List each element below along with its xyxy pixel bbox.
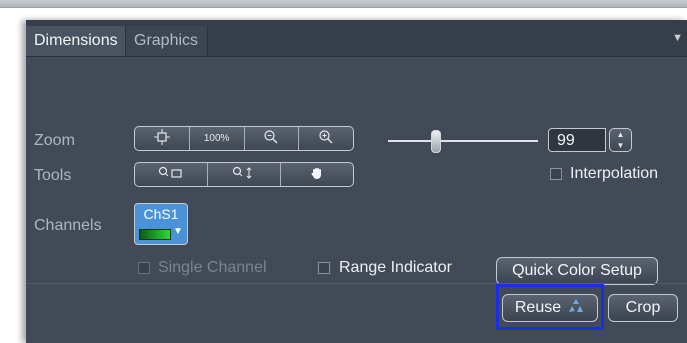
channel-chs1-button[interactable]: ChS1 ▼ (134, 203, 188, 245)
range-indicator-label[interactable]: Range Indicator (339, 259, 452, 277)
zoom-out-button[interactable] (245, 127, 300, 150)
crop-button[interactable]: Crop (608, 294, 678, 322)
tab-menu-icon[interactable]: ▼ (672, 32, 683, 44)
fit-to-window-icon (153, 129, 170, 148)
channels-label: Channels (34, 217, 102, 234)
range-indicator-checkbox[interactable] (318, 262, 330, 274)
tab-dimensions[interactable]: Dimensions (26, 26, 126, 56)
zoom-slider-thumb[interactable] (431, 130, 441, 153)
zoom-value-field[interactable]: 99 (548, 128, 606, 152)
interpolation-checkbox[interactable] (550, 168, 562, 180)
zoom-label: Zoom (34, 132, 75, 149)
zoom-slider-track[interactable] (388, 140, 538, 142)
channel-dropdown-icon[interactable]: ▼ (173, 226, 183, 237)
stepper-down-icon[interactable]: ▼ (610, 140, 631, 151)
zoom-rectangle-icon (158, 166, 184, 183)
single-channel-label[interactable]: Single Channel (158, 259, 267, 277)
crop-label: Crop (625, 299, 661, 316)
zoom-100-button[interactable]: 100% (190, 127, 245, 150)
quick-color-setup-button[interactable]: Quick Color Setup (496, 257, 658, 285)
zoom-stepper[interactable]: ▲ ▼ (609, 128, 632, 152)
top-window-strip (0, 0, 687, 8)
single-channel-checkbox[interactable] (138, 262, 150, 274)
tools-label: Tools (34, 167, 72, 184)
tools-button-group (134, 162, 354, 187)
zoom-100-label: 100% (203, 133, 230, 144)
channel-name: ChS1 (143, 206, 179, 222)
tab-bar: Dimensions Graphics ▼ (26, 20, 687, 57)
tab-graphics[interactable]: Graphics (126, 26, 208, 56)
hand-icon (310, 166, 324, 183)
zoom-in-button[interactable] (299, 127, 353, 150)
zoom-in-icon (318, 129, 334, 148)
pan-button[interactable] (281, 163, 353, 186)
zoom-rectangle-button[interactable] (135, 163, 208, 186)
zoom-drag-button[interactable] (208, 163, 281, 186)
channel-color-swatch (139, 229, 171, 240)
fit-to-window-button[interactable] (135, 127, 190, 150)
zoom-drag-icon (232, 166, 256, 183)
interpolation-label[interactable]: Interpolation (570, 165, 658, 183)
quick-color-setup-label: Quick Color Setup (512, 262, 642, 279)
stepper-up-icon[interactable]: ▲ (610, 129, 631, 140)
reuse-highlight-box (496, 284, 604, 330)
dimensions-panel: Dimensions Graphics ▼ Zoom Tools Channel… (26, 20, 687, 343)
zoom-out-icon (263, 129, 279, 148)
zoom-button-group: 100% (134, 126, 354, 151)
